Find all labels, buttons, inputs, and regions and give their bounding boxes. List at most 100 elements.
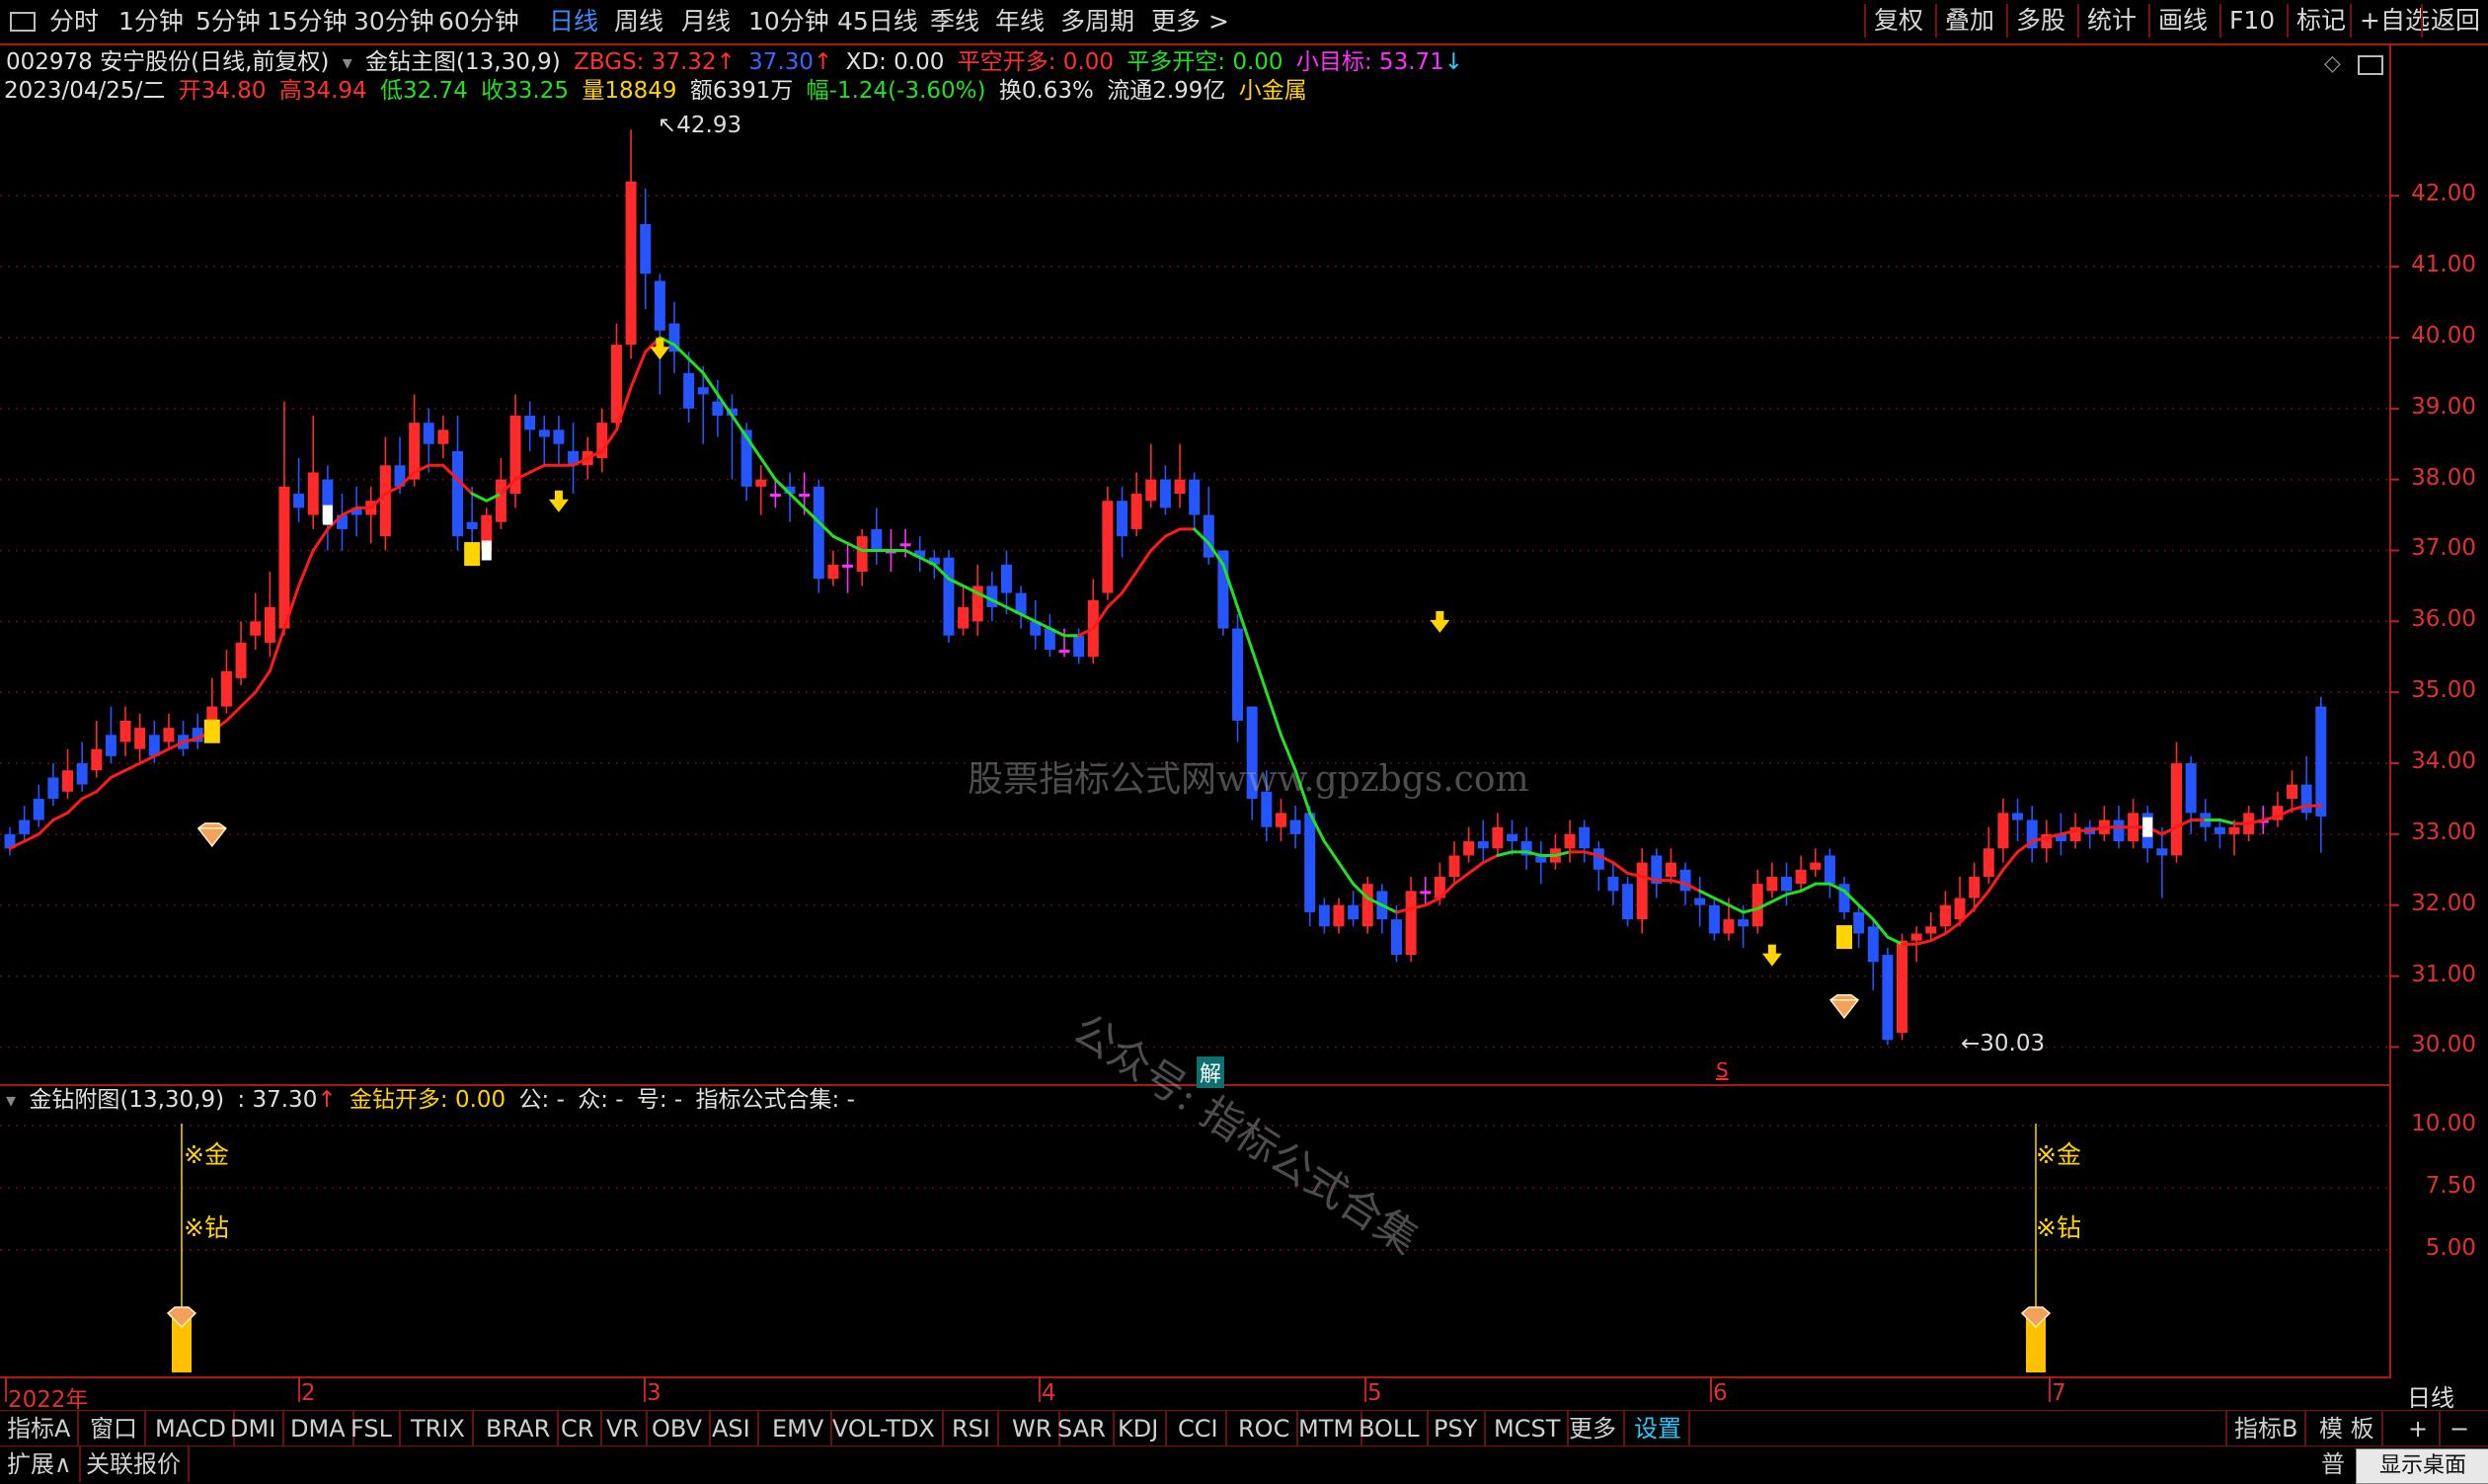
ma-segment bbox=[1914, 939, 1933, 946]
indicator-tab-11[interactable]: EMV bbox=[765, 1411, 833, 1446]
candle-body bbox=[2156, 848, 2168, 856]
candle-body bbox=[495, 479, 506, 522]
low-label: 30.03 bbox=[1980, 1031, 2046, 1056]
sub-chart bbox=[0, 1124, 2389, 1402]
ma-segment bbox=[80, 790, 99, 801]
indicator-tab-15[interactable]: SAR bbox=[1050, 1411, 1115, 1446]
candle-body bbox=[640, 223, 652, 274]
indicator-tab-22[interactable]: MCST bbox=[1487, 1411, 1570, 1446]
candle-body bbox=[1102, 501, 1114, 593]
indicator-tab-13[interactable]: RSI bbox=[945, 1411, 999, 1446]
ma-segment bbox=[1134, 548, 1153, 574]
indicator-tab-2[interactable]: DMI bbox=[223, 1411, 285, 1446]
indicator-tab-17[interactable]: CCI bbox=[1171, 1411, 1227, 1446]
indicator-tab-6[interactable]: BRAR bbox=[479, 1411, 560, 1446]
candle-body bbox=[1232, 628, 1244, 721]
candle-body bbox=[1361, 884, 1373, 927]
candle-body bbox=[1420, 891, 1432, 895]
ma-segment bbox=[1265, 690, 1283, 737]
price-tick: 39.00 bbox=[2411, 393, 2476, 420]
indicator-tab-7[interactable]: CR bbox=[554, 1411, 603, 1446]
candle-body bbox=[1159, 479, 1171, 508]
signal-arrow-head bbox=[548, 499, 569, 512]
price-tick: 35.00 bbox=[2411, 677, 2476, 704]
linked-quote-button[interactable]: 关联报价 bbox=[79, 1446, 190, 1482]
candle-body bbox=[1579, 826, 1591, 849]
candle-body bbox=[220, 670, 232, 707]
candle-body bbox=[1622, 884, 1634, 920]
show-desktop-button[interactable]: 显示桌面 bbox=[2356, 1448, 2488, 1484]
indicator-tab-23[interactable]: 更多 bbox=[1562, 1411, 1625, 1446]
candle-body bbox=[1969, 877, 1981, 898]
white-square bbox=[322, 505, 333, 525]
ma-segment bbox=[138, 754, 156, 765]
candle-body bbox=[943, 557, 955, 636]
candle-body bbox=[1593, 848, 1604, 870]
indicator-tab-18[interactable]: ROC bbox=[1231, 1411, 1299, 1446]
indicator-tab-5[interactable]: TRIX bbox=[404, 1411, 474, 1446]
candle-body bbox=[1174, 479, 1186, 494]
candle-body bbox=[1780, 877, 1792, 892]
price-tick: 40.00 bbox=[2411, 322, 2476, 349]
candle-body bbox=[452, 450, 464, 537]
indicator-tab-10[interactable]: ASI bbox=[705, 1411, 759, 1446]
indicator-tab-20[interactable]: BOLL bbox=[1352, 1411, 1429, 1446]
jin-label-2: ※金 bbox=[2036, 1140, 2081, 1169]
price-tick: 32.00 bbox=[2411, 890, 2476, 916]
candle-body bbox=[2315, 706, 2327, 817]
indicator-tab-8[interactable]: VR bbox=[599, 1411, 649, 1446]
candle-body bbox=[1289, 820, 1301, 834]
candle-body bbox=[2287, 784, 2298, 799]
high-pointer-icon: ↖ bbox=[658, 113, 677, 138]
price-chart[interactable] bbox=[0, 0, 2488, 1412]
tab-zhibiao-b[interactable]: 指标B bbox=[2225, 1411, 2307, 1446]
remove-button[interactable]: − bbox=[2439, 1411, 2480, 1446]
ma-segment bbox=[1481, 853, 1500, 865]
candle-body bbox=[1983, 848, 1994, 877]
candle-body bbox=[163, 728, 175, 742]
s-marker[interactable]: S bbox=[1716, 1058, 1729, 1082]
indicator-tab-1[interactable]: MACD bbox=[148, 1411, 235, 1446]
candle-body bbox=[856, 536, 868, 573]
month-label: 7 bbox=[2052, 1380, 2066, 1406]
candle-body bbox=[307, 472, 319, 515]
candle-body bbox=[1867, 926, 1879, 963]
zuan-label-1: ※钻 bbox=[184, 1213, 229, 1242]
indicator-tab-9[interactable]: OBV bbox=[645, 1411, 712, 1446]
month-label: 5 bbox=[1367, 1380, 1382, 1406]
candle-body bbox=[33, 798, 44, 820]
candle-body bbox=[1795, 869, 1807, 885]
indicator-tab-12[interactable]: VOL-TDX bbox=[825, 1411, 944, 1446]
ma-segment bbox=[1106, 591, 1125, 609]
candle-body bbox=[62, 770, 74, 792]
indicator-tab-24[interactable]: 设置 bbox=[1627, 1411, 1690, 1446]
candle-body bbox=[1665, 862, 1676, 877]
ma-segment bbox=[66, 797, 84, 815]
add-button[interactable]: + bbox=[2397, 1411, 2441, 1446]
candle-body bbox=[799, 494, 811, 497]
sub-tick: 5.00 bbox=[2425, 1235, 2476, 1261]
candle-body bbox=[1448, 855, 1460, 877]
ma-segment bbox=[1770, 893, 1788, 903]
indicator-tab-4[interactable]: FSL bbox=[344, 1411, 401, 1446]
candle-body bbox=[1636, 862, 1648, 920]
candle-body bbox=[1058, 650, 1070, 654]
ma-segment bbox=[95, 775, 113, 794]
indicator-tab-16[interactable]: KDJ bbox=[1111, 1411, 1168, 1446]
candle-body bbox=[1390, 919, 1402, 956]
indicator-tab-0[interactable]: 窗口 bbox=[83, 1411, 146, 1446]
candle-body bbox=[119, 720, 131, 742]
ma-segment bbox=[1799, 882, 1818, 893]
tab-template[interactable]: 模 板 bbox=[2312, 1411, 2383, 1446]
indicator-tab-21[interactable]: PSY bbox=[1427, 1411, 1487, 1446]
candle-body bbox=[1997, 813, 2009, 849]
zuan-label-2: ※钻 bbox=[2036, 1213, 2081, 1242]
tab-zhibiao-a[interactable]: 指标A bbox=[0, 1411, 80, 1446]
site-watermark: 股票指标公式网www.gpzbgs.com bbox=[968, 759, 1529, 800]
ma-segment bbox=[629, 350, 648, 389]
candle-body bbox=[1679, 869, 1691, 892]
price-tick: 42.00 bbox=[2411, 181, 2476, 207]
candle-body bbox=[2300, 784, 2312, 814]
candle-body bbox=[1738, 919, 1749, 927]
expand-button[interactable]: 扩展∧ bbox=[0, 1446, 81, 1482]
